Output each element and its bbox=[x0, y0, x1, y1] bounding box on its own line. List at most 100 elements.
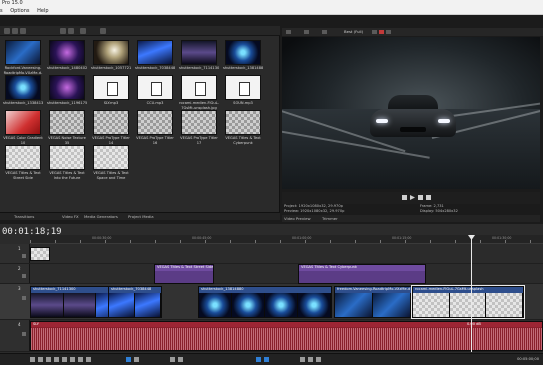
title-clip[interactable] bbox=[30, 247, 50, 261]
track-header-2[interactable]: 2 bbox=[0, 264, 30, 284]
media-tile[interactable]: VEGAS Titles & Text Into the Future bbox=[47, 145, 87, 180]
media-tile[interactable]: VEGAS Titles & Text Space and Time bbox=[91, 145, 131, 180]
media-tile[interactable]: VEGAS Noise Texture 35 bbox=[47, 110, 87, 145]
ruler-tick bbox=[130, 240, 131, 243]
media-tile[interactable]: VEGAS ProType Titler 16 bbox=[135, 110, 175, 145]
media-tile[interactable]: VEGAS ProType Titler 17 bbox=[179, 110, 219, 145]
overlays-icon[interactable] bbox=[322, 30, 327, 34]
media-tile[interactable]: shutterstock_71141300.jpg bbox=[179, 40, 219, 75]
preview-menu-icon[interactable] bbox=[386, 30, 391, 34]
media-tile[interactable]: CCU.mp3 bbox=[135, 75, 175, 110]
loop-icon[interactable] bbox=[38, 357, 43, 362]
save-snapshot-icon[interactable] bbox=[379, 30, 384, 34]
media-tile[interactable]: shutterstock_70384480.jpg bbox=[135, 40, 175, 75]
playhead[interactable] bbox=[471, 235, 472, 352]
media-tile[interactable]: VEGAS Titles & Text Cyberpunk bbox=[223, 110, 263, 145]
video-clip[interactable]: freedom-Vaneesing-RoadtripMo-VXzMe-d bbox=[334, 286, 412, 318]
mute-icon[interactable] bbox=[22, 254, 26, 258]
media-tile[interactable]: rocami-medien-FlGuL-7GsMt-unsplash.jpg bbox=[179, 75, 219, 110]
mute-icon[interactable] bbox=[22, 296, 26, 300]
stop-icon[interactable] bbox=[70, 357, 75, 362]
tab-media-generators[interactable]: Media Generators bbox=[84, 214, 118, 219]
tab-transitions[interactable]: Transitions bbox=[14, 214, 34, 219]
menu-item-options[interactable]: Options bbox=[10, 7, 29, 15]
envelope-tool-icon[interactable] bbox=[134, 357, 139, 362]
media-tile[interactable]: shutterstock_1338413502.jpg bbox=[3, 75, 43, 110]
lock-icon[interactable] bbox=[300, 357, 305, 362]
track-lane-4[interactable]: SLY 0.00 dB bbox=[30, 320, 543, 352]
track-header-4[interactable]: 4 bbox=[0, 320, 30, 352]
explorer-toolbar bbox=[0, 26, 280, 36]
tab-video-preview[interactable]: Video Preview bbox=[284, 216, 311, 221]
preview-settings-icon[interactable] bbox=[286, 30, 291, 34]
media-tile[interactable]: Rockford-Vaneesing-RoadtripMo-VXzMe-d-me… bbox=[3, 40, 43, 75]
media-tile[interactable]: SLY.mp3 bbox=[91, 75, 131, 110]
tab-project-media[interactable]: Project Media bbox=[128, 214, 154, 219]
region-icon[interactable] bbox=[316, 357, 321, 362]
audio-clip[interactable]: SLY 0.00 dB bbox=[30, 321, 543, 351]
record-icon[interactable] bbox=[30, 357, 35, 362]
import-icon[interactable] bbox=[20, 28, 26, 34]
menu-icon[interactable] bbox=[426, 195, 431, 200]
track-header-3[interactable]: 3 bbox=[0, 284, 30, 320]
stop-icon[interactable] bbox=[68, 28, 74, 34]
media-tile[interactable]: VEGAS Color Gradient 10 bbox=[3, 110, 43, 145]
play-button[interactable] bbox=[410, 195, 415, 200]
split-icon[interactable] bbox=[170, 357, 175, 362]
normal-edit-tool-icon[interactable] bbox=[126, 357, 131, 362]
go-to-start-icon[interactable] bbox=[78, 357, 83, 362]
video-clip-selected[interactable]: rocami-medien-FlGuL-7GsMt-unsplash bbox=[411, 285, 525, 319]
pause-icon[interactable] bbox=[62, 357, 67, 362]
forward-icon[interactable] bbox=[12, 28, 18, 34]
go-to-end-icon[interactable] bbox=[86, 357, 91, 362]
media-thumbnail bbox=[5, 75, 41, 100]
video-preview-frame bbox=[282, 37, 540, 189]
video-clip[interactable]: shutterstock_13814880 bbox=[198, 286, 332, 318]
ruler-tick bbox=[230, 240, 231, 243]
auto-ripple-icon[interactable] bbox=[264, 357, 269, 362]
copy-snapshot-icon[interactable] bbox=[372, 30, 377, 34]
play-from-start-icon[interactable] bbox=[46, 357, 51, 362]
preview-quality-select[interactable]: Best (Full) bbox=[344, 29, 363, 34]
media-tile[interactable]: SOUN.mp3 bbox=[223, 75, 263, 110]
back-icon[interactable] bbox=[4, 28, 10, 34]
media-tile[interactable]: shutterstock_1057721053.jpg bbox=[91, 40, 131, 75]
media-tile[interactable]: shutterstock_11961750.jpg bbox=[47, 75, 87, 110]
mute-icon[interactable] bbox=[22, 332, 26, 336]
trim-icon[interactable] bbox=[178, 357, 183, 362]
play-icon[interactable] bbox=[60, 28, 66, 34]
track-header-1[interactable]: 1 bbox=[0, 244, 30, 264]
video-clip[interactable]: shutterstock_7038448 bbox=[108, 286, 162, 318]
track-lane-2[interactable]: VEGAS Titles & Text Street Side VEGAS Ti… bbox=[30, 264, 543, 284]
media-caption: rocami-medien-FlGuL-7GsMt-unsplash.jpg bbox=[179, 101, 219, 110]
media-caption: shutterstock_1057721053.jpg bbox=[91, 66, 131, 70]
menu-item-help[interactable]: Help bbox=[37, 7, 48, 15]
refresh-icon[interactable] bbox=[100, 28, 106, 34]
track-lane-1[interactable] bbox=[30, 244, 543, 264]
media-tile[interactable]: shutterstock_1480402050.jpg bbox=[47, 40, 87, 75]
clip-label: shutterstock_7038448 bbox=[111, 287, 152, 291]
ruler-tick bbox=[280, 240, 281, 243]
tab-video-fx[interactable]: Video FX bbox=[62, 214, 79, 219]
media-thumbnail bbox=[93, 110, 129, 135]
loop-icon[interactable] bbox=[402, 195, 407, 200]
ruler-tick bbox=[105, 240, 106, 243]
snapping-icon[interactable] bbox=[256, 357, 261, 362]
marker-icon[interactable] bbox=[308, 357, 313, 362]
track-number: 1 bbox=[18, 246, 21, 251]
media-tile[interactable]: VEGAS Titles & Text Street Side bbox=[3, 145, 43, 180]
title-clip-street-side[interactable]: VEGAS Titles & Text Street Side bbox=[154, 264, 214, 284]
title-clip-cyberpunk[interactable]: VEGAS Titles & Text Cyberpunk bbox=[298, 264, 426, 284]
track-lane-3[interactable]: shutterstock_71141300 shutterstock_70384… bbox=[30, 284, 543, 320]
media-thumbnail bbox=[181, 110, 217, 135]
media-tile[interactable]: VEGAS ProType Titler 14 bbox=[91, 110, 131, 145]
menu-item-file[interactable]: s bbox=[0, 7, 3, 15]
play-icon[interactable] bbox=[54, 357, 59, 362]
tab-trimmer[interactable]: Trimmer bbox=[322, 216, 338, 221]
mute-icon[interactable] bbox=[22, 274, 26, 278]
split-screen-icon[interactable] bbox=[304, 30, 309, 34]
media-tile[interactable]: shutterstock_13814880.jpg bbox=[223, 40, 263, 75]
stop-button[interactable] bbox=[418, 195, 423, 200]
timeline-ruler[interactable]: 00:00:30;00 00:00:45;00 00:01:00;00 00:01:1… bbox=[30, 235, 543, 244]
views-icon[interactable] bbox=[80, 28, 86, 34]
